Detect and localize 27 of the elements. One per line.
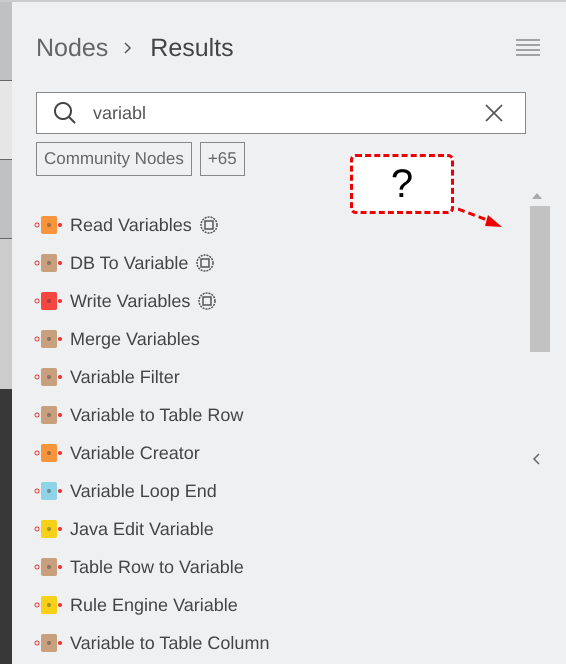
breadcrumb-link[interactable]: Nodes [36, 34, 108, 62]
search-field[interactable]: variabl [36, 92, 526, 134]
node-item[interactable]: Table Row to Variable [36, 548, 244, 586]
node-item[interactable]: Java Edit Variable [36, 510, 214, 548]
node-item[interactable]: Variable Creator [36, 434, 200, 472]
node-item[interactable]: Variable to Table Column [36, 624, 270, 662]
chevron-icon [124, 42, 132, 54]
search-icon [53, 101, 77, 125]
menu-icon[interactable] [516, 38, 540, 58]
node-item[interactable]: Variable Loop End [36, 472, 217, 510]
breadcrumb-current: Results [150, 34, 234, 62]
node-item[interactable]: Read Variables [36, 206, 218, 244]
tag-chip[interactable]: +65 [200, 142, 245, 176]
node-item[interactable]: Variable to Table Row [36, 396, 244, 434]
node-item[interactable]: Merge Variables [36, 320, 200, 358]
scroll-up-icon[interactable] [532, 193, 542, 199]
node-item[interactable]: Rule Engine Variable [36, 586, 238, 624]
help-callout: ? [350, 154, 454, 214]
node-item[interactable]: Variable Filter [36, 358, 180, 396]
arrow-icon [458, 207, 504, 229]
collapse-icon[interactable] [532, 453, 540, 465]
node-item[interactable]: DB To Variable [36, 244, 214, 282]
tag-chip[interactable]: Community Nodes [36, 142, 192, 176]
node-item[interactable]: Write Variables [36, 282, 216, 320]
scrollbar-thumb[interactable] [530, 206, 550, 352]
search-input[interactable]: variabl [91, 102, 471, 124]
close-icon[interactable] [485, 104, 503, 122]
